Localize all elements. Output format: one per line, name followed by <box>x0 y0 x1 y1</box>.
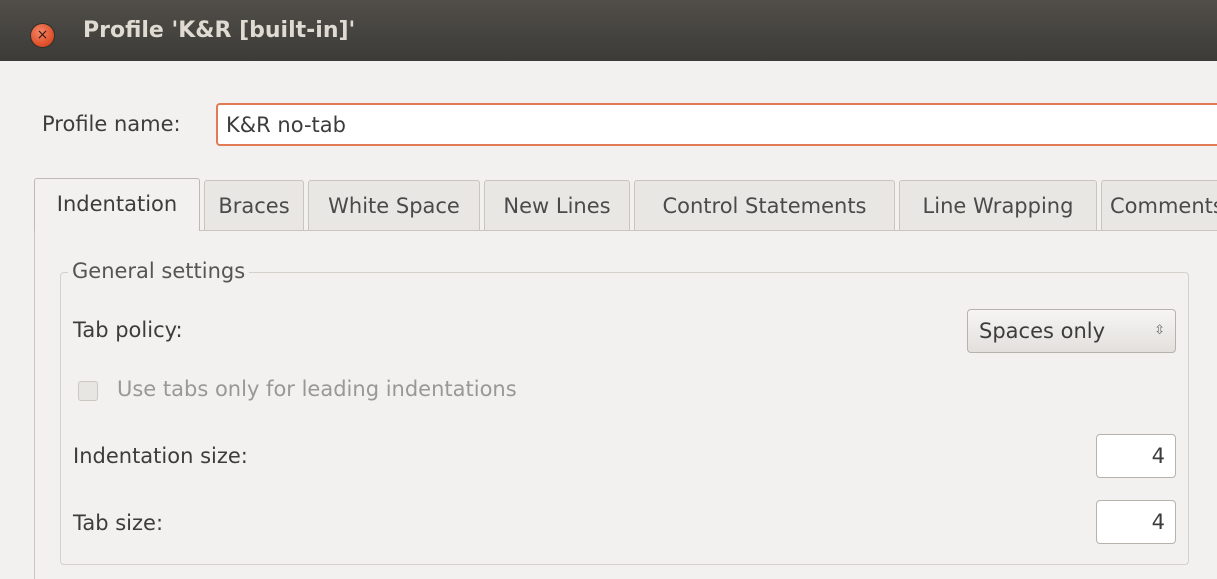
tab-policy-value: Spaces only <box>979 319 1106 343</box>
tab-braces[interactable]: Braces <box>204 180 304 230</box>
indentation-size-label: Indentation size: <box>73 444 248 468</box>
tab-bar: Indentation Braces White Space New Lines… <box>34 178 1217 232</box>
profile-name-label: Profile name: <box>42 112 181 136</box>
updown-arrows-icon: ⇳ <box>1154 323 1165 338</box>
leading-tabs-label: Use tabs only for leading indentations <box>117 377 517 401</box>
tab-new-lines[interactable]: New Lines <box>484 180 630 230</box>
tab-control-statements[interactable]: Control Statements <box>634 180 895 230</box>
tab-comments[interactable]: Comments <box>1101 180 1217 230</box>
profile-dialog: × Profile 'K&R [built-in]' Profile name:… <box>0 0 1217 579</box>
tab-size-field[interactable]: 4 <box>1096 500 1176 544</box>
leading-tabs-checkbox[interactable] <box>78 381 98 401</box>
titlebar: × Profile 'K&R [built-in]' <box>0 0 1217 61</box>
indentation-size-field[interactable]: 4 <box>1096 434 1176 478</box>
close-icon: × <box>36 27 49 43</box>
general-settings-title: General settings <box>68 259 250 283</box>
tab-size-label: Tab size: <box>73 511 164 535</box>
tab-indentation[interactable]: Indentation <box>34 178 200 231</box>
close-button[interactable]: × <box>31 24 54 47</box>
window-title: Profile 'K&R [built-in]' <box>83 18 356 43</box>
profile-name-input[interactable] <box>216 103 1217 146</box>
tab-policy-select[interactable]: Spaces only ⇳ <box>967 309 1176 353</box>
tab-policy-label: Tab policy: <box>73 318 183 342</box>
tab-line-wrapping[interactable]: Line Wrapping <box>899 180 1097 230</box>
tab-white-space[interactable]: White Space <box>308 180 480 230</box>
